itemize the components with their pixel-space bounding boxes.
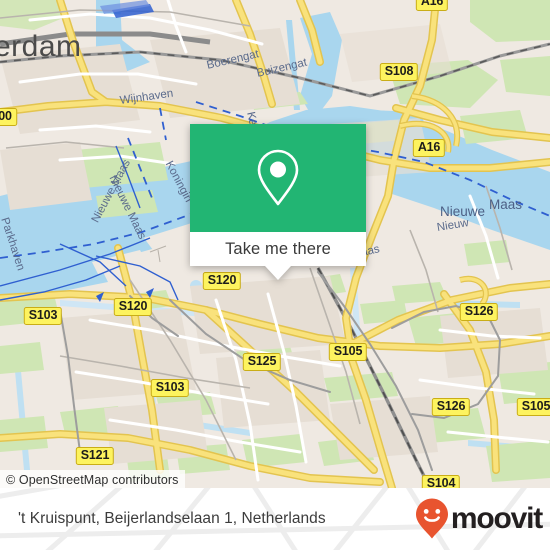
take-me-there-label: Take me there [225, 239, 331, 258]
road-shield[interactable]: S103 [23, 307, 63, 325]
card-icon-area [190, 124, 366, 232]
road-shield[interactable]: S104 [421, 475, 461, 488]
take-me-there-card[interactable]: Take me there [190, 124, 366, 280]
osm-attribution[interactable]: © OpenStreetMap contributors [0, 470, 185, 488]
moovit-map-share-card: erdam Boerengat Buizengat Wijnhaven Park… [0, 0, 550, 550]
road-shield[interactable]: S120 [113, 298, 153, 316]
card-cta-bar[interactable]: Take me there [190, 232, 366, 266]
road-shield[interactable]: S120 [202, 272, 242, 290]
location-pin-icon [257, 149, 299, 206]
card-pointer-tail [265, 266, 291, 280]
road-shield[interactable]: S126 [431, 398, 471, 416]
moovit-logo[interactable]: moovit [414, 497, 543, 541]
moovit-pin-smiley-icon [415, 498, 448, 539]
road-shield[interactable]: S126 [459, 303, 499, 321]
road-shield[interactable]: S103 [150, 379, 190, 397]
road-shield[interactable]: S108 [379, 63, 419, 81]
moovit-wordmark: moovit [450, 502, 543, 535]
road-shield[interactable]: A16 [415, 0, 449, 11]
footer-bar: 't Kruispunt, Beijerlandselaan 1, Nether… [0, 488, 550, 550]
road-shield[interactable]: 00 [0, 108, 17, 126]
road-shield[interactable]: S105 [328, 343, 368, 361]
osm-attribution-text: © OpenStreetMap contributors [6, 472, 179, 487]
road-shield[interactable]: S125 [242, 353, 282, 371]
road-shield[interactable]: S105 [516, 398, 550, 416]
road-shield[interactable]: A16 [412, 139, 446, 157]
location-address: 't Kruispunt, Beijerlandselaan 1, Nether… [18, 510, 326, 527]
road-shield[interactable]: S121 [75, 447, 115, 465]
